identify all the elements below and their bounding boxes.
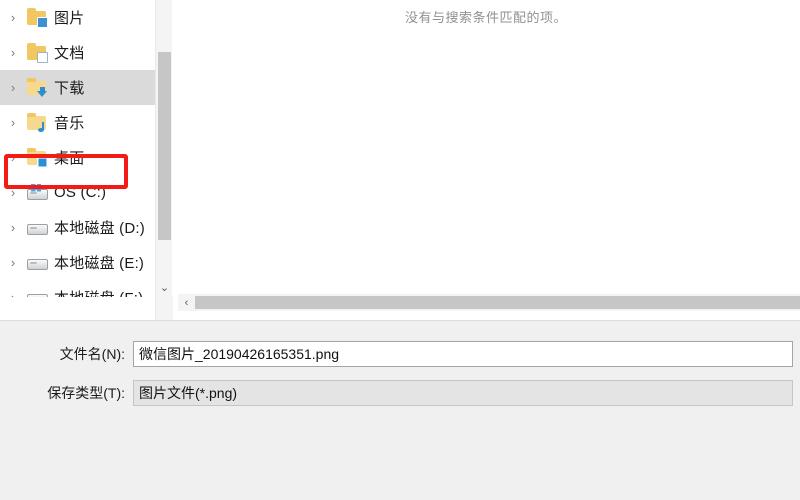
- dialog-bottom-panel: 文件名(N): 微信图片_20190426165351.png 保存类型(T):…: [0, 320, 800, 500]
- tree-item-label: 桌面: [54, 150, 85, 167]
- folder-documents-icon: [26, 42, 48, 64]
- folder-downloads-icon: [26, 77, 48, 99]
- chevron-right-icon[interactable]: ›: [0, 116, 26, 129]
- filetype-select[interactable]: 图片文件(*.png): [133, 380, 793, 406]
- filetype-row: 保存类型(T): 图片文件(*.png): [0, 380, 793, 406]
- tree-item-label: 文档: [54, 45, 85, 62]
- tree-item-label: OS (C:): [54, 184, 107, 201]
- file-list-pane[interactable]: 没有与搜索条件匹配的项。: [172, 0, 800, 297]
- tree-item-label: 下载: [54, 80, 85, 97]
- chevron-right-icon[interactable]: ›: [0, 186, 26, 199]
- scroll-left-arrow-icon[interactable]: ‹: [178, 294, 195, 311]
- browse-area: › 图片 › 文档 › 下载 › 音乐 › 桌面 › OS (C:) › 本地磁…: [0, 0, 800, 320]
- folder-desktop-icon: [26, 147, 48, 169]
- chevron-right-icon[interactable]: ›: [0, 256, 26, 269]
- tree-item-local-disk-e[interactable]: › 本地磁盘 (E:): [0, 245, 155, 280]
- chevron-right-icon[interactable]: ›: [0, 221, 26, 234]
- empty-results-message: 没有与搜索条件匹配的项。: [404, 10, 567, 25]
- tree-item-label: 音乐: [54, 115, 85, 132]
- tree-item-local-disk-d[interactable]: › 本地磁盘 (D:): [0, 210, 155, 245]
- filename-label: 文件名(N):: [59, 346, 125, 362]
- navigation-tree[interactable]: › 图片 › 文档 › 下载 › 音乐 › 桌面 › OS (C:) › 本地磁…: [0, 0, 155, 297]
- drive-icon: [26, 287, 48, 297]
- tree-item-downloads[interactable]: › 下载: [0, 70, 155, 105]
- tree-item-music[interactable]: › 音乐: [0, 105, 155, 140]
- scrollbar-thumb[interactable]: [195, 296, 800, 309]
- filename-row: 文件名(N): 微信图片_20190426165351.png: [0, 341, 793, 367]
- save-as-dialog: › 图片 › 文档 › 下载 › 音乐 › 桌面 › OS (C:) › 本地磁…: [0, 0, 800, 500]
- chevron-right-icon[interactable]: ›: [0, 81, 26, 94]
- scroll-down-arrow-icon[interactable]: ⌄: [156, 279, 173, 296]
- tree-item-local-disk-f[interactable]: › 本地磁盘 (F:): [0, 280, 155, 297]
- drive-icon: [26, 252, 48, 274]
- filetype-label: 保存类型(T):: [47, 385, 125, 401]
- tree-item-label: 本地磁盘 (D:): [54, 220, 145, 237]
- tree-item-desktop[interactable]: › 桌面: [0, 140, 155, 175]
- file-list-horizontal-scrollbar[interactable]: ‹: [178, 294, 800, 311]
- tree-item-label: 本地磁盘 (F:): [54, 287, 143, 297]
- drive-icon: [26, 217, 48, 239]
- chevron-right-icon[interactable]: ›: [0, 291, 26, 297]
- folder-pictures-icon: [26, 7, 48, 29]
- tree-vertical-scrollbar[interactable]: ⌄: [155, 0, 173, 320]
- chevron-right-icon[interactable]: ›: [0, 11, 26, 24]
- tree-item-documents[interactable]: › 文档: [0, 35, 155, 70]
- tree-item-label: 本地磁盘 (E:): [54, 255, 145, 272]
- chevron-right-icon[interactable]: ›: [0, 46, 26, 59]
- scrollbar-thumb[interactable]: [158, 52, 171, 240]
- drive-os-icon: [26, 182, 48, 204]
- filename-input[interactable]: 微信图片_20190426165351.png: [133, 341, 793, 367]
- tree-item-os-drive[interactable]: › OS (C:): [0, 175, 155, 210]
- tree-item-label: 图片: [54, 10, 85, 27]
- chevron-right-icon[interactable]: ›: [0, 151, 26, 164]
- tree-item-pictures[interactable]: › 图片: [0, 0, 155, 35]
- folder-music-icon: [26, 112, 48, 134]
